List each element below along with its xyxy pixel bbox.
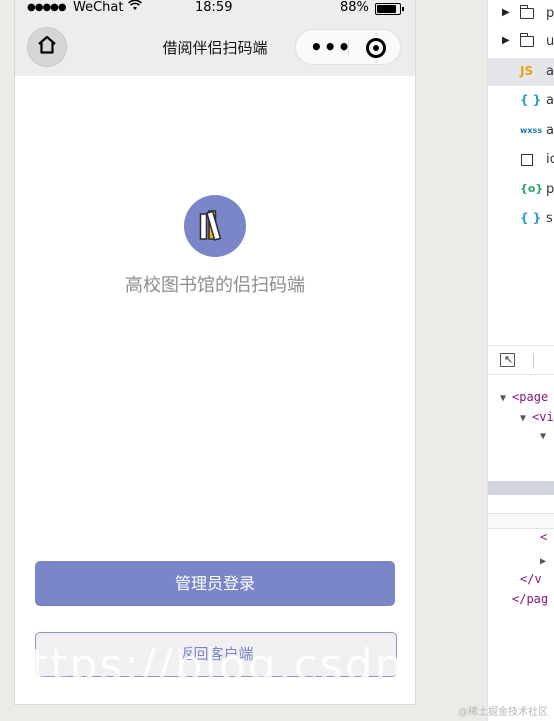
app-description: 高校图书馆的侣扫码端 [125, 275, 305, 296]
file-tree-item[interactable]: {o} p [488, 176, 554, 204]
folder-icon [519, 33, 534, 47]
page-title: 借阅伴侣扫码端 [162, 39, 268, 57]
battery-icon [375, 3, 404, 15]
wxss-file-icon: wxss [520, 125, 543, 135]
code-line[interactable]: </pag [512, 592, 548, 606]
file-tree-item[interactable]: { } s [488, 205, 554, 233]
code-line[interactable]: < [540, 530, 547, 544]
signal-strength: ●●●●● [27, 2, 67, 13]
toolbar-divider [533, 353, 534, 369]
site-watermark: @稀土掘金技术社区 [458, 707, 548, 718]
folder-icon [519, 5, 534, 19]
inspect-element-icon[interactable] [500, 353, 515, 367]
status-bar: ●●●●● WeChat 18:59 88% [15, 0, 415, 18]
file-name: a [546, 93, 554, 108]
code-line[interactable]: </v [520, 572, 542, 586]
file-tree-item[interactable]: { } a [488, 87, 554, 115]
file-tree-item[interactable]: ▶ p [488, 0, 554, 28]
file-tree-item[interactable]: wxss a [488, 117, 554, 145]
home-icon [36, 34, 58, 60]
code-line[interactable]: ▼ [540, 428, 546, 442]
json-file-icon: { } [520, 211, 542, 225]
file-name: s [546, 211, 553, 226]
file-name: u [546, 34, 554, 49]
expand-arrow-icon[interactable]: ▶ [502, 35, 510, 46]
file-tree-item[interactable]: ic [488, 146, 554, 174]
code-line[interactable]: ▶ [540, 553, 546, 567]
image-file-icon [521, 154, 533, 166]
battery-fill [377, 5, 397, 13]
devtools-toolbar [488, 345, 554, 375]
file-name: a [546, 122, 554, 138]
more-dots-icon[interactable]: ••• [310, 37, 351, 57]
js-file-icon: JS [520, 63, 534, 78]
file-name: p [546, 6, 554, 21]
wifi-icon [128, 0, 142, 16]
home-button[interactable] [27, 27, 67, 67]
menu-capsule: ••• [295, 29, 401, 65]
battery-percent: 88% [340, 0, 369, 15]
back-to-client-button[interactable]: 返回客户端 [35, 632, 397, 677]
expand-arrow-icon[interactable]: ▶ [502, 7, 510, 18]
capsule-divider [348, 39, 349, 57]
books-icon [184, 195, 246, 257]
code-line[interactable]: ▼ <vi [520, 410, 554, 424]
carrier-name: WeChat [73, 0, 124, 15]
selected-node-highlight [488, 481, 554, 495]
clock-time: 18:59 [195, 0, 233, 15]
file-name: ic [546, 152, 554, 167]
navigation-bar: 借阅伴侣扫码端 ••• [15, 18, 415, 76]
close-target-icon[interactable] [366, 38, 386, 58]
panel-divider [488, 513, 554, 529]
json-file-icon: { } [520, 93, 542, 107]
file-tree-item[interactable]: ▶ u [488, 28, 554, 56]
file-name: p [546, 181, 554, 197]
config-file-icon: {o} [520, 181, 544, 195]
code-line[interactable]: ▼ <page [500, 390, 548, 404]
ide-panel: ▶p▶uJSa{ }awxssaic{o}p{ }s ▼ <page ▼ <vi… [487, 0, 554, 721]
phone-simulator: ●●●●● WeChat 18:59 88% 借阅伴侣扫码端 ••• 高校图书馆… [15, 0, 415, 704]
file-name: a [546, 63, 554, 79]
file-tree-item[interactable]: JS a [488, 57, 554, 86]
admin-login-button[interactable]: 管理员登录 [35, 561, 395, 606]
app-logo [184, 195, 246, 257]
